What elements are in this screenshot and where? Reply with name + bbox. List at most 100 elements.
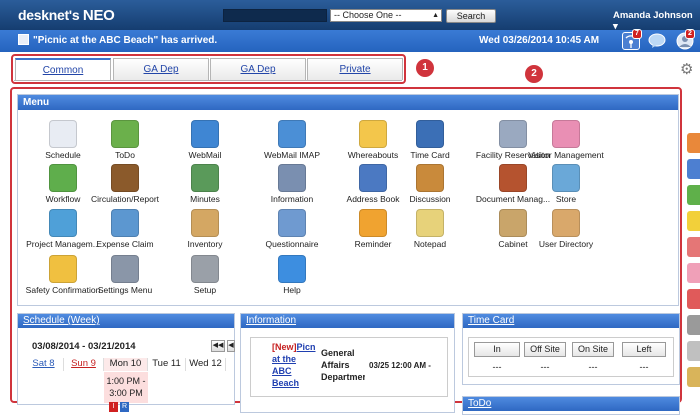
user-name: Amanda Johnson xyxy=(613,10,693,21)
info-title-line-4: Beach xyxy=(272,378,300,388)
menu-item[interactable]: WebMail IMAP xyxy=(249,120,335,160)
menu-item[interactable]: Inventory xyxy=(162,209,248,249)
workflow-icon xyxy=(49,164,77,192)
menu-item[interactable]: Setup xyxy=(162,255,248,295)
information-title[interactable]: Information xyxy=(241,314,454,328)
menu-item[interactable]: Expense Claim xyxy=(82,209,168,249)
clock-in-button[interactable]: In xyxy=(474,342,520,357)
side-tab[interactable] xyxy=(687,289,700,309)
minutes-icon xyxy=(191,164,219,192)
menu-item[interactable]: Time Card xyxy=(395,120,465,160)
schedule-event[interactable]: 1:00 PM - 3:00 PM xyxy=(104,372,148,403)
menu-item[interactable]: Visitor Management xyxy=(523,120,609,160)
menu-item[interactable]: Minutes xyxy=(162,164,248,204)
menu-item-label: Setup xyxy=(193,285,217,295)
side-tab[interactable] xyxy=(687,367,700,387)
schedule-title[interactable]: Schedule (Week) xyxy=(18,314,234,328)
menu-item-label: Notepad xyxy=(413,239,447,249)
menu-item-label: Discussion xyxy=(409,194,451,204)
tab-ga-dep-1[interactable]: GA Dep xyxy=(113,58,209,80)
menu-item-label: ToDo xyxy=(115,150,135,160)
side-tab[interactable] xyxy=(687,159,700,179)
setup-gear-icon xyxy=(191,255,219,283)
chat-icon[interactable] xyxy=(648,32,666,50)
day-wed[interactable]: Wed 12 xyxy=(186,358,226,371)
left-button[interactable]: Left xyxy=(622,342,666,357)
menu-item[interactable]: Notepad xyxy=(395,209,465,249)
notepad-icon xyxy=(416,209,444,237)
menu-item[interactable]: Circulation/Report xyxy=(82,164,168,204)
search-input[interactable] xyxy=(223,9,327,22)
day-sun[interactable]: Sun 9 xyxy=(64,358,104,371)
visitor-icon xyxy=(552,120,580,148)
information-icon xyxy=(278,164,306,192)
user-directory-icon xyxy=(552,209,580,237)
logo: desknet's NEO xyxy=(18,7,115,24)
safety-icon xyxy=(49,255,77,283)
search-button[interactable]: Search xyxy=(446,9,496,23)
side-tab[interactable] xyxy=(687,341,700,361)
questionnaire-icon xyxy=(278,209,306,237)
notice-text[interactable]: "Picnic at the ABC Beach" has arrived. xyxy=(33,35,217,46)
webmail-icon xyxy=(191,120,219,148)
menu-item[interactable]: Discussion xyxy=(395,164,465,204)
information-date: 03/25 12:00 AM - xyxy=(369,361,431,370)
day-mon[interactable]: Mon 10 xyxy=(104,358,148,371)
tab-divider xyxy=(14,80,402,81)
group-select[interactable]: -- Choose One -- ▲ xyxy=(330,9,442,22)
on-site-button[interactable]: On Site xyxy=(572,342,614,357)
off-site-value: --- xyxy=(540,362,550,372)
addressbook-icon xyxy=(359,164,387,192)
information-dept: General Affairs Departmer xyxy=(321,347,365,383)
reminder-icon xyxy=(359,209,387,237)
todo-icon xyxy=(111,120,139,148)
menu-item-label: Settings Menu xyxy=(97,285,153,295)
in-value: --- xyxy=(492,362,502,372)
side-tab[interactable] xyxy=(687,211,700,231)
day-sat[interactable]: Sat 8 xyxy=(24,358,64,371)
side-tab[interactable] xyxy=(687,185,700,205)
dept-line-2: Affairs xyxy=(321,360,350,370)
dept-line-1: General xyxy=(321,348,355,358)
menu-item[interactable]: User Directory xyxy=(523,209,609,249)
timecard-title[interactable]: Time Card xyxy=(463,314,679,328)
dept-line-3: Departmer xyxy=(321,372,365,382)
menu-item-label: Information xyxy=(270,194,314,204)
off-site-button[interactable]: Off Site xyxy=(524,342,566,357)
webmail-imap-icon xyxy=(278,120,306,148)
day-tue[interactable]: Tue 11 xyxy=(148,358,186,371)
menu-item-label: Questionnaire xyxy=(265,239,319,249)
menu-item-label: Visitor Management xyxy=(528,150,604,160)
discussion-icon xyxy=(416,164,444,192)
tab-private[interactable]: Private xyxy=(307,58,403,80)
tab-ga-dep-2[interactable]: GA Dep xyxy=(210,58,306,80)
menu-item-label: User Directory xyxy=(538,239,594,249)
menu-item[interactable]: Information xyxy=(249,164,335,204)
logo-main: desknet's xyxy=(18,7,80,23)
notice-icon xyxy=(18,34,29,45)
store-icon xyxy=(552,164,580,192)
tab-common[interactable]: Common xyxy=(15,58,111,80)
settings-menu-icon xyxy=(111,255,139,283)
information-item-title[interactable]: [New]Picn at the ABC Beach xyxy=(272,341,320,389)
gear-icon[interactable]: ⚙ xyxy=(680,60,693,78)
side-tab[interactable] xyxy=(687,263,700,283)
menu-item[interactable]: Store xyxy=(523,164,609,204)
callout-marker-2: 2 xyxy=(525,65,543,83)
prev-day-button[interactable]: ◀ xyxy=(227,340,235,352)
prev-week-button[interactable]: ◀◀ xyxy=(211,340,225,352)
menu-item[interactable]: Questionnaire xyxy=(249,209,335,249)
inventory-icon xyxy=(191,209,219,237)
menu-item[interactable]: Settings Menu xyxy=(82,255,168,295)
menu-item[interactable]: Help xyxy=(249,255,335,295)
menu-item[interactable]: ToDo xyxy=(82,120,168,160)
side-tab[interactable] xyxy=(687,133,700,153)
side-tab[interactable] xyxy=(687,237,700,257)
menu-item[interactable]: WebMail xyxy=(162,120,248,160)
current-datetime: Wed 03/26/2014 10:45 AM xyxy=(479,35,600,46)
todo-title[interactable]: ToDo xyxy=(463,397,679,411)
group-select-value: -- Choose One -- xyxy=(334,10,402,20)
messages-badge: 2 xyxy=(685,29,695,39)
side-tab[interactable] xyxy=(687,315,700,335)
menu-item-label: Store xyxy=(555,194,577,204)
